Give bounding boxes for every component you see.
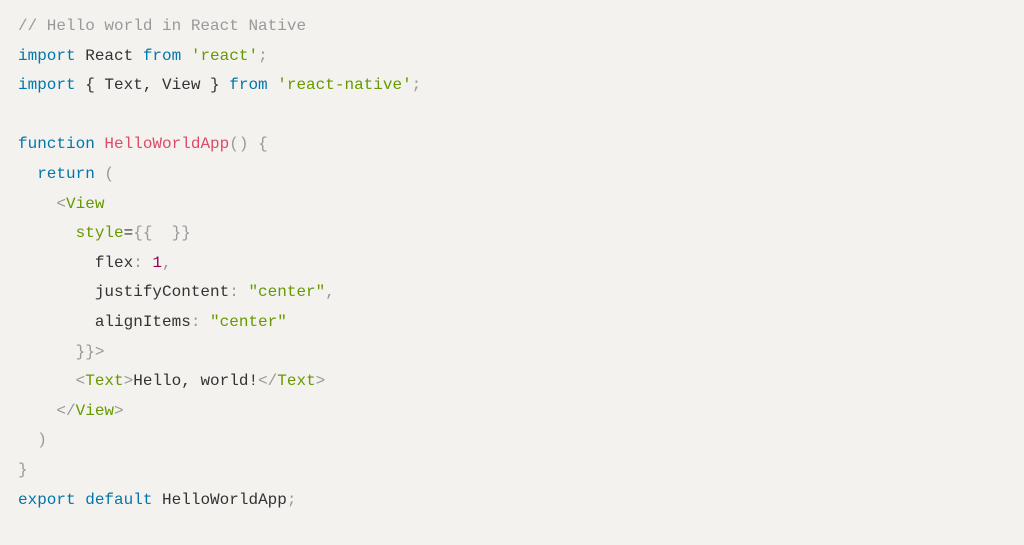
equals: = — [124, 224, 134, 242]
parens: () — [229, 135, 248, 153]
comma: , — [162, 254, 172, 272]
colon: : — [133, 254, 152, 272]
indent — [18, 195, 56, 213]
indent — [18, 402, 56, 420]
property: justifyContent — [95, 283, 229, 301]
property: alignItems — [95, 313, 191, 331]
keyword-default: default — [85, 491, 152, 509]
indent — [18, 343, 76, 361]
keyword-export: export — [18, 491, 76, 509]
semicolon: ; — [287, 491, 297, 509]
indent — [18, 283, 95, 301]
function-name: HelloWorldApp — [104, 135, 229, 153]
jsx-text: Hello, world! — [133, 372, 258, 390]
angle-bracket: > — [95, 343, 105, 361]
angle-bracket: < — [76, 372, 86, 390]
colon: : — [191, 313, 210, 331]
braces: {{ }} — [133, 224, 191, 242]
keyword-from: from — [143, 47, 181, 65]
space — [152, 491, 162, 509]
space — [95, 165, 105, 183]
identifier: HelloWorldApp — [162, 491, 287, 509]
indent — [18, 165, 37, 183]
keyword-return: return — [37, 165, 95, 183]
jsx-tag: View — [76, 402, 114, 420]
string-literal: 'react' — [191, 47, 258, 65]
string-literal: 'react-native' — [277, 76, 411, 94]
indent — [18, 431, 37, 449]
space — [248, 135, 258, 153]
keyword-from: from — [229, 76, 267, 94]
indent — [18, 224, 76, 242]
angle-bracket: </ — [56, 402, 75, 420]
jsx-tag: Text — [277, 372, 315, 390]
space — [268, 76, 278, 94]
space — [181, 47, 191, 65]
colon: : — [229, 283, 248, 301]
space — [76, 491, 86, 509]
angle-bracket: > — [114, 402, 124, 420]
semicolon: ; — [258, 47, 268, 65]
number-literal: 1 — [152, 254, 162, 272]
jsx-attr: style — [76, 224, 124, 242]
paren: ) — [37, 431, 47, 449]
code-comment: // Hello world in React Native — [18, 17, 306, 35]
code-block: // Hello world in React Native import Re… — [18, 12, 1006, 515]
indent — [18, 313, 95, 331]
semicolon: ; — [412, 76, 422, 94]
keyword-function: function — [18, 135, 95, 153]
paren: ( — [104, 165, 114, 183]
space — [95, 135, 105, 153]
indent — [18, 372, 76, 390]
jsx-tag: Text — [85, 372, 123, 390]
property: flex — [95, 254, 133, 272]
brace: } — [18, 461, 28, 479]
string-literal: "center" — [248, 283, 325, 301]
identifier: { Text, View } — [76, 76, 230, 94]
keyword-import: import — [18, 76, 76, 94]
jsx-tag: View — [66, 195, 104, 213]
braces: }} — [76, 343, 95, 361]
angle-bracket: > — [124, 372, 134, 390]
identifier: React — [76, 47, 143, 65]
angle-bracket: </ — [258, 372, 277, 390]
comma: , — [325, 283, 335, 301]
string-literal: "center" — [210, 313, 287, 331]
angle-bracket: < — [56, 195, 66, 213]
indent — [18, 254, 95, 272]
keyword-import: import — [18, 47, 76, 65]
brace: { — [258, 135, 268, 153]
angle-bracket: > — [316, 372, 326, 390]
